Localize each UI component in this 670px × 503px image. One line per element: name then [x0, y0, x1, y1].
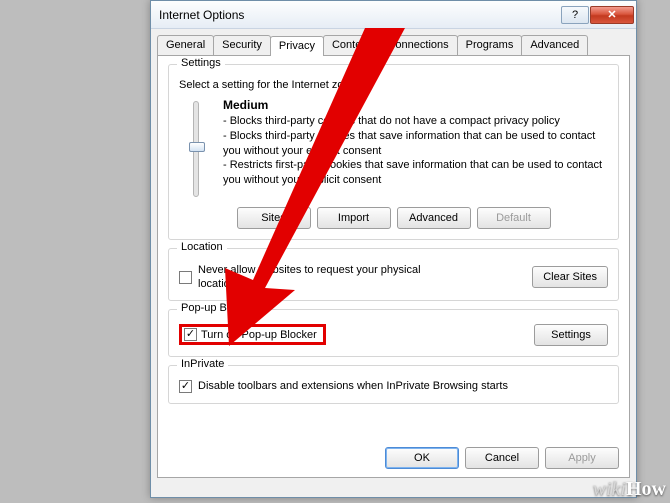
- location-group-label: Location: [177, 241, 227, 253]
- tab-advanced[interactable]: Advanced: [521, 35, 588, 55]
- close-button[interactable]: ✕: [590, 6, 634, 24]
- ok-button[interactable]: OK: [385, 447, 459, 469]
- popup-group-label: Pop-up Blocker: [177, 302, 260, 314]
- tab-connections[interactable]: Connections: [378, 35, 457, 55]
- tab-strip: General Security Privacy Content Connect…: [151, 29, 636, 55]
- popup-highlight-box: ✓ Turn on Pop-up Blocker: [179, 324, 326, 345]
- clear-sites-button[interactable]: Clear Sites: [532, 266, 608, 288]
- settings-group: Settings Select a setting for the Intern…: [168, 64, 619, 240]
- inprivate-group: InPrivate ✓ Disable toolbars and extensi…: [168, 365, 619, 404]
- slider-thumb[interactable]: [189, 142, 205, 152]
- privacy-level-description: Medium - Blocks third-party cookies that…: [223, 97, 608, 197]
- sites-button[interactable]: Sites: [237, 207, 311, 229]
- tab-programs[interactable]: Programs: [457, 35, 523, 55]
- default-button: Default: [477, 207, 551, 229]
- watermark: wikiHow: [593, 478, 666, 501]
- settings-intro: Select a setting for the Internet zone.: [179, 79, 608, 91]
- privacy-panel: Settings Select a setting for the Intern…: [157, 55, 630, 478]
- tab-content[interactable]: Content: [323, 35, 380, 55]
- apply-button: Apply: [545, 447, 619, 469]
- tab-general[interactable]: General: [157, 35, 214, 55]
- popup-blocker-group: Pop-up Blocker ✓ Turn on Pop-up Blocker …: [168, 309, 619, 357]
- location-group: Location Never allow websites to request…: [168, 248, 619, 301]
- privacy-level-name: Medium: [223, 98, 268, 112]
- privacy-level-slider[interactable]: [193, 101, 199, 197]
- cancel-button[interactable]: Cancel: [465, 447, 539, 469]
- location-checkbox[interactable]: [179, 271, 192, 284]
- location-checkbox-label: Never allow websites to request your phy…: [198, 263, 438, 292]
- inprivate-group-label: InPrivate: [177, 358, 228, 370]
- inprivate-checkbox-label: Disable toolbars and extensions when InP…: [198, 380, 508, 392]
- import-button[interactable]: Import: [317, 207, 391, 229]
- popup-settings-button[interactable]: Settings: [534, 324, 608, 346]
- help-button[interactable]: ?: [561, 6, 589, 24]
- inprivate-checkbox[interactable]: ✓: [179, 380, 192, 393]
- close-icon: ✕: [607, 8, 616, 21]
- window-title: Internet Options: [159, 8, 560, 22]
- advanced-button[interactable]: Advanced: [397, 207, 471, 229]
- internet-options-dialog: Internet Options ? ✕ General Security Pr…: [150, 0, 637, 498]
- dialog-button-row: OK Cancel Apply: [385, 447, 619, 469]
- titlebar: Internet Options ? ✕: [151, 1, 636, 29]
- popup-checkbox-label: Turn on Pop-up Blocker: [201, 329, 317, 341]
- tab-privacy[interactable]: Privacy: [270, 36, 324, 56]
- tab-security[interactable]: Security: [213, 35, 271, 55]
- settings-group-label: Settings: [177, 57, 225, 69]
- popup-blocker-checkbox[interactable]: ✓: [184, 328, 197, 341]
